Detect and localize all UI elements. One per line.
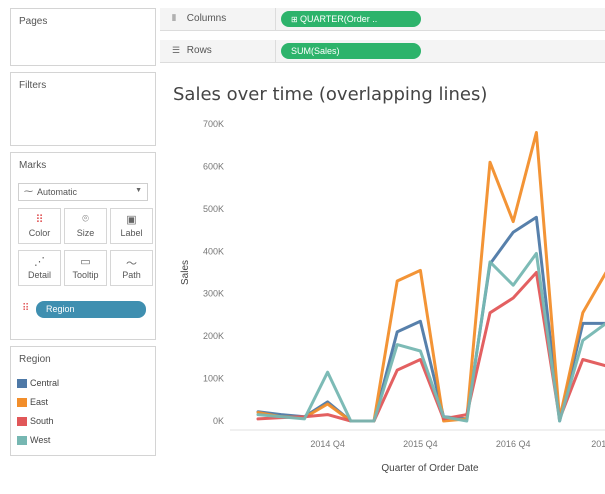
rows-label-text: Rows [186,45,212,56]
chart-title: Sales over time (overlapping lines) [173,84,488,105]
columns-icon: ⦀ [172,13,176,23]
pages-panel[interactable]: Pages [10,8,156,66]
y-tick-label: 100K [203,374,224,384]
x-tick-label: 2016 Q4 [496,439,531,449]
legend-label: West [30,435,51,445]
y-tick-label: 0K [213,416,224,426]
rows-shelf[interactable]: ☰ Rows SUM(Sales) [160,40,605,63]
y-tick-label: 600K [203,161,224,171]
marks-title: Marks [19,160,47,171]
marks-card-label: Label [120,228,143,238]
marks-card-label: Color [28,228,51,238]
y-tick-label: 700K [203,119,224,129]
legend-label: East [30,397,49,407]
columns-divider [275,8,276,31]
region-pill-label: Region [46,304,75,314]
rows-divider [275,40,276,63]
legend-swatch [17,436,27,445]
tooltip-icon: ▭ [80,256,91,268]
automatic-mark-icon: ⁓ [24,186,33,196]
y-tick-label: 200K [203,331,224,341]
detail-icon: ⋰ [34,256,45,268]
label-icon: ▣ [126,214,137,226]
y-tick-label: 400K [203,246,224,256]
rows-shelf-label: ☰ Rows [172,45,212,56]
color-field-icon: ⠿ [22,303,30,314]
rows-icon: ☰ [172,45,181,55]
legend-title: Region [19,354,51,365]
chevron-down-icon: ▼ [135,187,142,194]
marks-card-label: Detail [27,270,51,280]
pages-title: Pages [19,16,48,27]
sum-sales-pill[interactable]: SUM(Sales) [281,43,421,59]
expand-icon: ⊞ [291,15,300,24]
columns-shelf[interactable]: ⦀ Columns ⊞ QUARTER(Order .. [160,8,605,31]
columns-pill-text: QUARTER(Order .. [299,14,378,24]
filters-title: Filters [19,80,47,91]
columns-label-text: Columns [186,13,227,24]
marks-card-label: Size [76,228,95,238]
path-icon: 〜 [126,258,137,270]
x-tick-label: 2015 Q4 [403,439,438,449]
marks-card-tooltip[interactable]: ▭ Tooltip [64,250,107,286]
quarter-order-date-pill[interactable]: ⊞ QUARTER(Order .. [281,11,421,27]
mark-type-value: Automatic [37,187,78,197]
x-tick-label: 2017 Q [591,439,605,449]
marks-card-size[interactable]: ⌾ Size [64,208,107,244]
size-icon: ⌾ [82,213,89,225]
marks-card-path[interactable]: 〜 Path [110,250,153,286]
filters-panel[interactable]: Filters [10,72,156,146]
region-color-pill[interactable]: Region [36,301,146,318]
legend-swatch [17,379,27,388]
legend-swatch [17,417,27,426]
y-axis-title: Sales [180,260,191,285]
marks-card-color[interactable]: ⠿ Color [18,208,61,244]
x-axis-title: Quarter of Order Date [381,463,479,474]
mark-type-dropdown[interactable]: ⁓ Automatic ▼ [18,183,148,201]
y-tick-label: 500K [203,204,224,214]
x-tick-label: 2014 Q4 [310,439,345,449]
legend-label: Central [30,378,60,388]
rows-pill-text: SUM(Sales) [291,46,340,56]
marks-card-label: Tooltip [72,270,99,280]
legend-swatch [17,398,27,407]
marks-card-label: Path [122,270,141,280]
sales-line-chart[interactable]: 0K 100K 200K 300K 400K 500K 600K 700K 2014 Q4 201… [160,110,605,490]
y-tick-label: 300K [203,289,224,299]
columns-shelf-label: ⦀ Columns [172,13,226,24]
marks-card-label[interactable]: ▣ Label [110,208,153,244]
marks-card-detail[interactable]: ⋰ Detail [18,250,61,286]
color-icon: ⠿ [35,214,44,226]
legend-label: South [30,416,54,426]
